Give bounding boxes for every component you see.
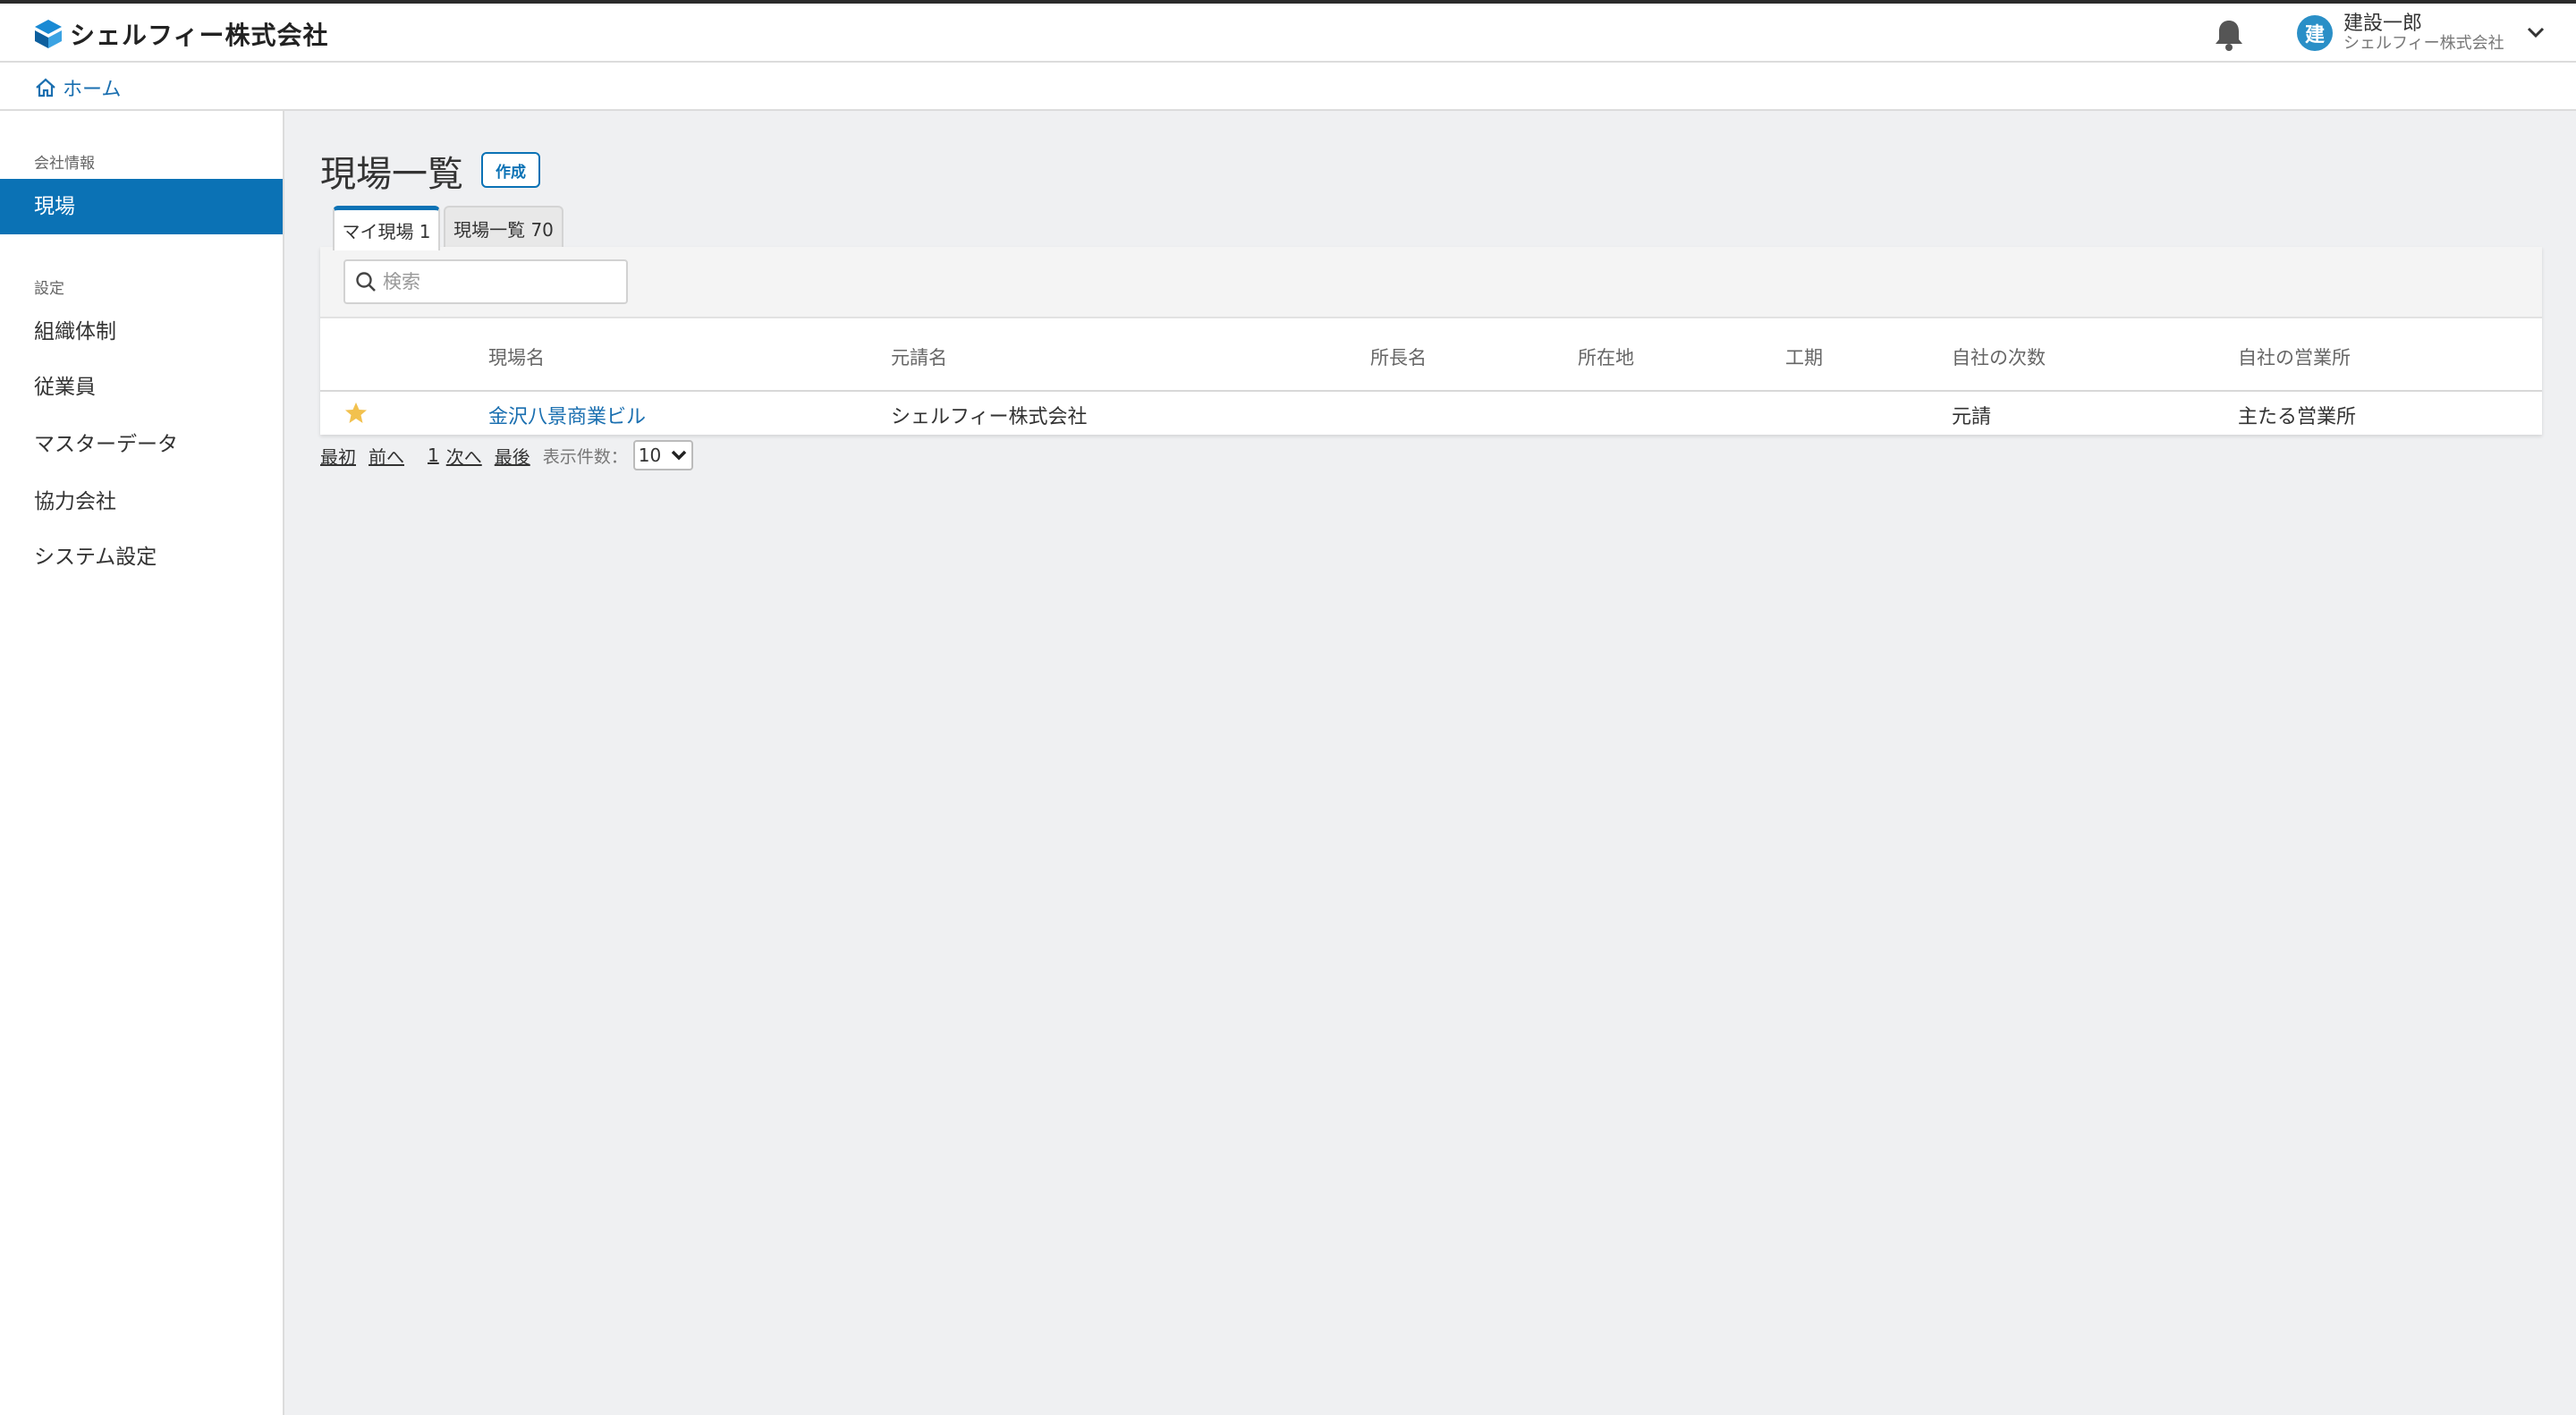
table-header: 現場名 元請名 所長名 所在地 工期 自社の次数 自社の営業所 [320,318,2542,392]
sidebar-item-employees[interactable]: 従業員 [0,360,283,415]
sites-panel: 現場名 元請名 所長名 所在地 工期 自社の次数 自社の営業所 金沢八景商業ビル… [320,247,2542,435]
column-header-site-name[interactable]: 現場名 [488,343,545,370]
user-menu[interactable]: 建 建設一郎 シェルフィー株式会社 [2297,14,2504,52]
office-cell: 主たる営業所 [2238,406,2357,428]
per-page-label: 表示件数： [542,446,628,467]
sidebar-item-sites[interactable]: 現場 [0,179,283,234]
pagination-prev[interactable]: 前へ [369,443,404,469]
tab-my-sites[interactable]: マイ現場 1 [333,206,440,250]
column-header-period[interactable]: 工期 [1785,343,1823,370]
column-header-location[interactable]: 所在地 [1578,343,1634,370]
search-area [320,247,2542,318]
table-row[interactable]: 金沢八景商業ビル シェルフィー株式会社 元請 主たる営業所 [320,392,2542,435]
per-page-value: 10 [638,445,662,466]
favorite-star-icon[interactable] [343,401,369,426]
logo-icon [35,20,62,48]
pagination-page-1[interactable]: 1 [428,445,439,466]
pagination: 最初 前へ 1 次へ 最後 表示件数： 10 [320,440,694,470]
company-logo[interactable]: シェルフィー株式会社 [34,16,328,52]
column-header-office[interactable]: 自社の営業所 [2238,343,2351,370]
column-header-prime-contractor[interactable]: 元請名 [891,343,947,370]
search-icon [356,272,376,292]
column-header-manager[interactable]: 所長名 [1370,343,1427,370]
pagination-last[interactable]: 最後 [495,443,530,469]
per-page-select[interactable]: 10 [632,440,694,470]
chevron-down-icon[interactable] [2526,25,2546,39]
sidebar-item-system-settings[interactable]: システム設定 [0,530,283,585]
home-icon [36,78,55,97]
top-bar: シェルフィー株式会社 建 建設一郎 シェルフィー株式会社 [0,0,2576,63]
column-header-tier[interactable]: 自社の次数 [1952,343,2046,370]
company-name: シェルフィー株式会社 [70,21,329,50]
chevron-down-icon [671,450,687,461]
search-box[interactable] [343,259,628,304]
avatar: 建 [2297,15,2333,51]
sidebar-section-company: 会社情報 [34,155,95,173]
pagination-next[interactable]: 次へ [446,443,482,469]
breadcrumb: ホーム [0,63,2576,111]
search-input[interactable] [383,271,615,292]
user-company: シェルフィー株式会社 [2343,34,2504,53]
page-title: 現場一覧 [320,154,463,195]
notification-bell-icon[interactable] [2213,18,2245,52]
tab-all-sites[interactable]: 現場一覧 70 [444,206,564,249]
user-name: 建設一郎 [2343,13,2423,35]
sidebar-item-master-data[interactable]: マスターデータ [0,417,283,472]
breadcrumb-home-link[interactable]: ホーム [34,73,121,102]
sidebar-section-settings: 設定 [34,280,64,298]
create-button[interactable]: 作成 [481,152,540,188]
pagination-first[interactable]: 最初 [320,443,356,469]
site-name-link[interactable]: 金沢八景商業ビル [488,401,646,429]
tier-cell: 元請 [1952,406,1992,428]
sidebar-item-partners[interactable]: 協力会社 [0,474,283,530]
breadcrumb-home-label: ホーム [63,79,122,101]
sidebar-item-organization[interactable]: 組織体制 [0,304,283,360]
prime-contractor-cell: シェルフィー株式会社 [891,406,1088,428]
sidebar: 会社情報 現場 設定 組織体制 従業員 マスターデータ 協力会社 システム設定 [0,111,284,1415]
